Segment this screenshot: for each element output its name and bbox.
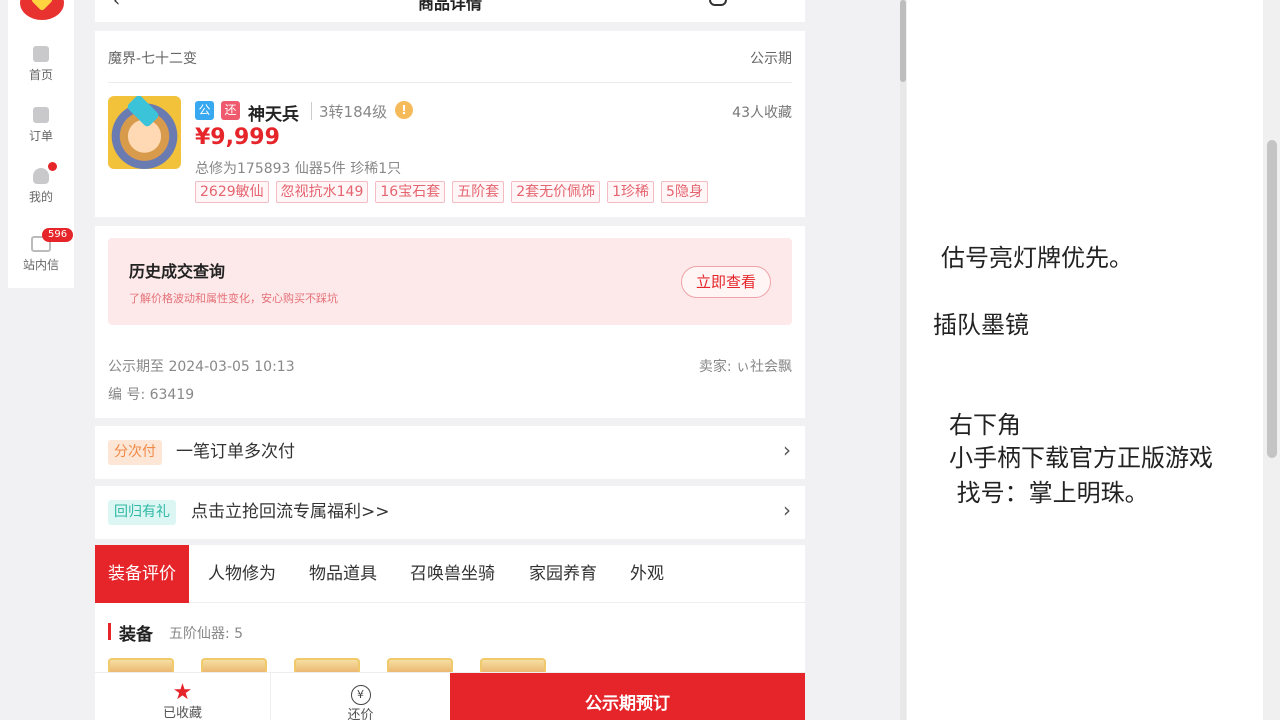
tab-appearance[interactable]: 外观 [630, 545, 664, 603]
home-icon [33, 46, 49, 62]
feature-chip: 2套无价佩饰 [511, 181, 601, 203]
sidebar-item-mine[interactable]: 我的 [8, 162, 74, 205]
history-section: 历史成交查询 了解价格波动和属性变化，安心购买不踩坑 立即查看 公示期至 202… [95, 226, 805, 418]
history-banner[interactable]: 历史成交查询 了解价格波动和属性变化，安心购买不踩坑 立即查看 [108, 238, 792, 325]
chevron-right-icon: › [783, 438, 791, 462]
item-code: 编 号: 63419 [108, 387, 195, 403]
bargain-label: 还价 [347, 708, 374, 720]
installment-row[interactable]: 分次付 一笔订单多次付 › [95, 426, 805, 479]
tab-pets-mounts[interactable]: 召唤兽坐骑 [410, 545, 495, 603]
feature-chip: 2629敏仙 [195, 181, 269, 203]
view-history-button[interactable]: 立即查看 [680, 266, 771, 298]
yen-icon: ¥ [350, 685, 371, 705]
reserve-button[interactable]: 公示期预订 [450, 673, 805, 720]
separator [311, 102, 312, 120]
note-line: 插队墨镜 [933, 311, 1029, 339]
notification-dot [48, 162, 57, 171]
notes-area: 估号亮灯牌优先。 插队墨镜 右下角 小手柄下载官方正版游戏 找号：掌上明珠。 [907, 0, 1263, 720]
bargain-button[interactable]: ¥ 还价 [272, 673, 449, 720]
feature-chip: 1珍稀 [607, 181, 655, 203]
favorite-count: 43人收藏 [732, 105, 792, 121]
return-gift-tag: 回归有礼 [108, 500, 176, 525]
bottom-action-bar: ★ 已收藏 ¥ 还价 公示期预订 [95, 672, 805, 720]
notes-scrollbar[interactable] [1263, 0, 1280, 720]
section-marker [108, 623, 111, 640]
sidebar-item-label: 我的 [28, 190, 53, 204]
divider [108, 82, 792, 83]
equipment-title: 装备 [119, 625, 153, 645]
feature-chip: 忽视抗水149 [275, 181, 369, 203]
note-line: 找号：掌上明珠。 [949, 479, 1149, 507]
installment-text: 一笔订单多次付 [176, 442, 295, 462]
sidebar-item-label: 首页 [28, 68, 53, 82]
tab-items[interactable]: 物品道具 [309, 545, 377, 603]
feature-chip: 5隐身 [661, 181, 708, 203]
item-summary: 总修为175893 仙器5件 珍稀1只 [195, 161, 402, 177]
scrollbar-track[interactable] [900, 0, 906, 720]
header-bar: ‹ 商品详情 [95, 0, 805, 22]
note-line: 估号亮灯牌优先。 [941, 244, 1133, 272]
user-icon [33, 162, 57, 184]
star-icon: ★ [172, 680, 193, 705]
item-price: ¥9,999 [195, 125, 280, 150]
bargain-tag: 还 [221, 101, 240, 120]
equipment-subtitle: 五阶仙器: 5 [169, 626, 244, 642]
sidebar-item-orders[interactable]: 订单 [8, 107, 74, 144]
favorite-button[interactable]: ★ 已收藏 [95, 673, 271, 720]
order-icon [33, 107, 49, 123]
seller-name: 卖家: ぃ社会飘 [698, 359, 792, 375]
chevron-right-icon: › [783, 498, 791, 522]
sidebar-item-label: 站内信 [22, 258, 59, 272]
note-line: 右下角 [949, 411, 1021, 439]
scrollbar-thumb[interactable] [900, 0, 906, 82]
page-title: 商品详情 [417, 0, 482, 13]
sidebar-item-home[interactable]: 首页 [8, 46, 74, 83]
role-level: 3转184级 [319, 103, 388, 121]
public-tag: 公 [195, 101, 214, 120]
item-info-card: 魔界-七十二变 公示期 公 还 神天兵 3转184级 ! 43人收藏 ¥9,99… [95, 31, 805, 217]
character-avatar [108, 96, 181, 169]
left-sidebar: 首页 订单 我的 596 站内信 [8, 0, 74, 288]
note-line: 小手柄下载官方正版游戏 [949, 444, 1213, 472]
return-gift-text: 点击立抢回流专属福利>> [191, 502, 390, 522]
feature-chip: 五阶套 [452, 181, 505, 203]
notes-scrollbar-thumb[interactable] [1267, 140, 1277, 458]
unread-badge: 596 [42, 228, 74, 242]
tab-equipment-rating[interactable]: 装备评价 [95, 545, 189, 603]
feature-chip: 16宝石套 [375, 181, 446, 203]
tab-home[interactable]: 家园养育 [529, 545, 597, 603]
tab-bar: 装备评价 人物修为 物品道具 召唤兽坐骑 家园养育 外观 [95, 545, 805, 603]
favorite-label: 已收藏 [162, 706, 202, 720]
sidebar-item-label: 订单 [28, 129, 53, 143]
role-name: 神天兵 [248, 105, 299, 125]
return-gift-row[interactable]: 回归有礼 点击立抢回流专属福利>> › [95, 486, 805, 539]
warning-icon[interactable]: ! [395, 101, 413, 119]
feature-chips: 2629敏仙 忽视抗水149 16宝石套 五阶套 2套无价佩饰 1珍稀 5隐身 [195, 181, 708, 203]
history-title: 历史成交查询 [129, 262, 226, 281]
status-label: 公示期 [750, 51, 792, 67]
public-period-until: 公示期至 2024-03-05 10:13 [108, 359, 295, 375]
history-subtitle: 了解价格波动和属性变化，安心购买不踩坑 [129, 292, 338, 305]
tab-character[interactable]: 人物修为 [208, 545, 276, 603]
app-logo[interactable] [20, 0, 64, 20]
installment-tag: 分次付 [108, 440, 162, 465]
server-name: 魔界-七十二变 [108, 51, 198, 67]
sidebar-item-messages[interactable]: 596 站内信 [8, 228, 74, 273]
